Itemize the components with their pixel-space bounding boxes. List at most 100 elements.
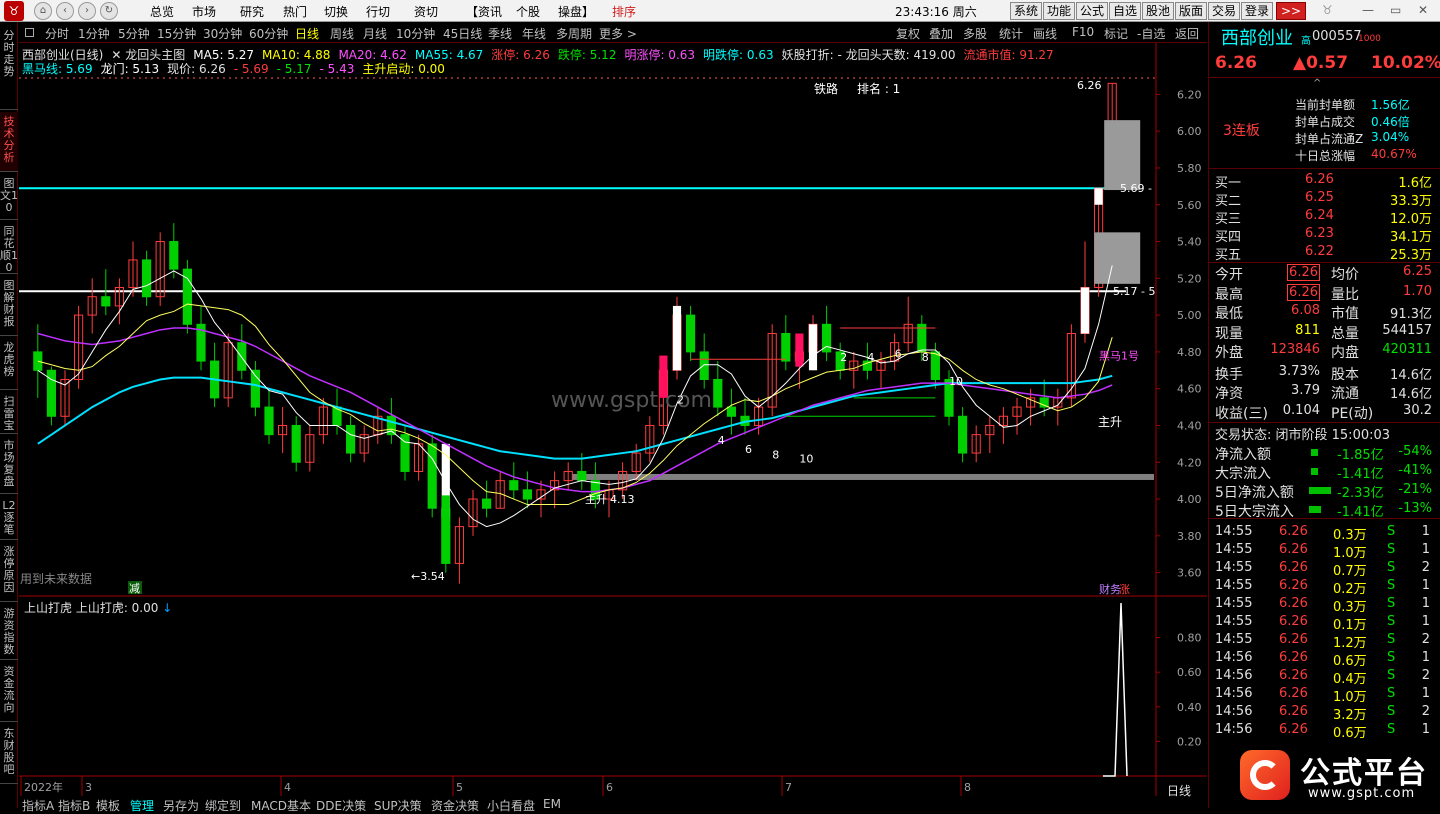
reduce-tag: 减 <box>129 582 140 595</box>
period-7[interactable]: 周线 <box>330 25 354 42</box>
tick-time-0: 14:55 <box>1215 524 1253 539</box>
period-9[interactable]: 10分钟 <box>396 25 435 42</box>
left-tab-7[interactable]: 市场复盘 <box>0 436 18 494</box>
stat-value-a-0: 6.26 <box>1287 264 1320 281</box>
period-0[interactable]: 分时 <box>45 25 69 42</box>
top-button-2[interactable]: 公式 <box>1076 2 1108 20</box>
left-tab-12[interactable]: 东财股吧 <box>0 724 18 784</box>
minimize-icon[interactable]: — <box>1362 3 1374 17</box>
top-button-0[interactable]: 系统 <box>1010 2 1042 20</box>
bottom-tab-9[interactable]: 资金决策 <box>431 797 479 814</box>
back-icon[interactable]: ‹ <box>56 2 74 20</box>
tick-time-11: 14:56 <box>1215 722 1253 737</box>
tick-vol-5: 0.1万 <box>1333 618 1367 633</box>
tool-button-3[interactable]: 统计 <box>999 25 1023 42</box>
x-axis-label-6: 8 <box>964 781 971 794</box>
menu-item-9[interactable]: 操盘】 <box>558 3 594 20</box>
left-tab-8[interactable]: L2逐笔 <box>0 496 18 540</box>
seal-value-3: 40.67% <box>1371 147 1417 161</box>
bottom-tab-3[interactable]: 管理 <box>130 797 154 814</box>
bid-label-2: 买三 <box>1215 212 1242 227</box>
left-tab-3[interactable]: 同花顺10 <box>0 222 18 274</box>
menu-item-1[interactable]: 市场 <box>192 3 216 20</box>
top-button-7[interactable]: 登录 <box>1241 2 1273 20</box>
stat-label-a-3: 现量 <box>1215 325 1243 342</box>
bottom-tab-0[interactable]: 指标A <box>22 797 54 814</box>
tick-side-6: S <box>1387 632 1396 647</box>
menu-item-8[interactable]: 个股 <box>516 3 540 20</box>
period-menu-icon[interactable] <box>25 28 34 37</box>
top-button-5[interactable]: 版面 <box>1175 2 1207 20</box>
period-4[interactable]: 30分钟 <box>203 25 242 42</box>
top-button-6[interactable]: 交易 <box>1208 2 1240 20</box>
tool-button-6[interactable]: 标记 <box>1104 25 1128 42</box>
top-button-1[interactable]: 功能 <box>1043 2 1075 20</box>
menu-item-6[interactable]: 资切 <box>414 3 438 20</box>
bottom-tab-8[interactable]: SUP决策 <box>374 797 422 814</box>
count-label-5: 2 <box>840 351 847 364</box>
menu-item-4[interactable]: 切换 <box>324 3 348 20</box>
stat-label-b-6: 流通 <box>1331 386 1359 402</box>
left-tab-1[interactable]: 技术分析 <box>0 112 18 172</box>
period-5[interactable]: 60分钟 <box>249 25 288 42</box>
tick-price-7: 6.26 <box>1279 650 1308 665</box>
left-tab-2[interactable]: 图文10 <box>0 174 18 220</box>
tick-vol-10: 3.2万 <box>1333 708 1367 723</box>
bottom-tab-6[interactable]: MACD基本 <box>251 797 311 814</box>
menu-item-sort[interactable]: 排序 <box>612 3 636 20</box>
kline-chart[interactable]: 3.60 3.80 4.00 4.20 4.40 4.60 4.80 5.00 5.20 5.40… <box>19 43 1207 797</box>
left-tab-0[interactable]: 分时走势 <box>0 26 18 110</box>
period-14[interactable]: 更多 > <box>599 25 637 42</box>
period-10[interactable]: 45日线 <box>443 25 482 42</box>
tool-button-4[interactable]: 画线 <box>1033 25 1057 42</box>
tool-button-7[interactable]: -自选 <box>1137 25 1165 42</box>
period-8[interactable]: 月线 <box>363 25 387 42</box>
period-3[interactable]: 15分钟 <box>157 25 196 42</box>
tool-button-0[interactable]: 复权 <box>896 25 920 42</box>
menu-item-3[interactable]: 热门 <box>283 3 307 20</box>
period-11[interactable]: 季线 <box>488 25 512 42</box>
left-tab-9[interactable]: 涨停原因 <box>0 542 18 602</box>
left-tab-11[interactable]: 资金流向 <box>0 662 18 722</box>
bottom-tab-11[interactable]: EM <box>543 797 561 811</box>
bottom-tab-2[interactable]: 模板 <box>96 797 120 814</box>
tool-button-2[interactable]: 多股 <box>963 25 987 42</box>
tool-button-8[interactable]: 返回 <box>1175 25 1199 42</box>
more-button[interactable]: >> <box>1276 2 1306 20</box>
menu-item-5[interactable]: 行切 <box>366 3 390 20</box>
top-button-3[interactable]: 自选 <box>1109 2 1141 20</box>
bottom-tab-4[interactable]: 另存为 <box>163 797 199 814</box>
left-tab-6[interactable]: 扫雷宝 <box>0 392 18 434</box>
bottom-tab-5[interactable]: 绑定到 <box>205 797 241 814</box>
tick-count-1: 1 <box>1421 542 1430 557</box>
maximize-icon[interactable]: ▭ <box>1390 3 1401 17</box>
stat-label-b-7: PE(动) <box>1331 405 1374 422</box>
menu-item-7[interactable]: 【资讯 <box>466 3 502 20</box>
period-6[interactable]: 日线 <box>295 25 319 42</box>
left-tab-10[interactable]: 游资指数 <box>0 604 18 660</box>
left-tab-4[interactable]: 图解财报 <box>0 276 18 336</box>
seal-value-2: 3.04% <box>1371 130 1410 144</box>
menu-item-2[interactable]: 研究 <box>240 3 264 20</box>
tool-button-5[interactable]: F10 <box>1072 25 1094 39</box>
bottom-tab-1[interactable]: 指标B <box>58 797 90 814</box>
tool-button-1[interactable]: 叠加 <box>929 25 953 42</box>
stat-value-a-1: 6.26 <box>1287 283 1320 301</box>
left-tab-5[interactable]: 龙虎榜 <box>0 338 18 390</box>
menu-item-0[interactable]: 总览 <box>150 3 174 20</box>
home-icon[interactable]: ⌂ <box>34 2 52 20</box>
close-icon[interactable]: ✕ <box>1418 3 1428 17</box>
forward-icon[interactable]: › <box>78 2 96 20</box>
period-2[interactable]: 5分钟 <box>118 25 150 42</box>
collapse-icon[interactable]: ^ <box>1313 78 1321 89</box>
top-button-4[interactable]: 股池 <box>1142 2 1174 20</box>
period-13[interactable]: 多周期 <box>556 25 592 42</box>
candle-body-19 <box>291 424 301 463</box>
refresh-icon[interactable]: ↻ <box>100 2 118 20</box>
tick-vol-9: 1.0万 <box>1333 690 1367 705</box>
period-12[interactable]: 年线 <box>522 25 546 42</box>
bottom-tab-7[interactable]: DDE决策 <box>316 797 366 814</box>
period-1[interactable]: 1分钟 <box>78 25 110 42</box>
bottom-tab-10[interactable]: 小白看盘 <box>487 797 535 814</box>
tick-time-7: 14:56 <box>1215 650 1253 665</box>
